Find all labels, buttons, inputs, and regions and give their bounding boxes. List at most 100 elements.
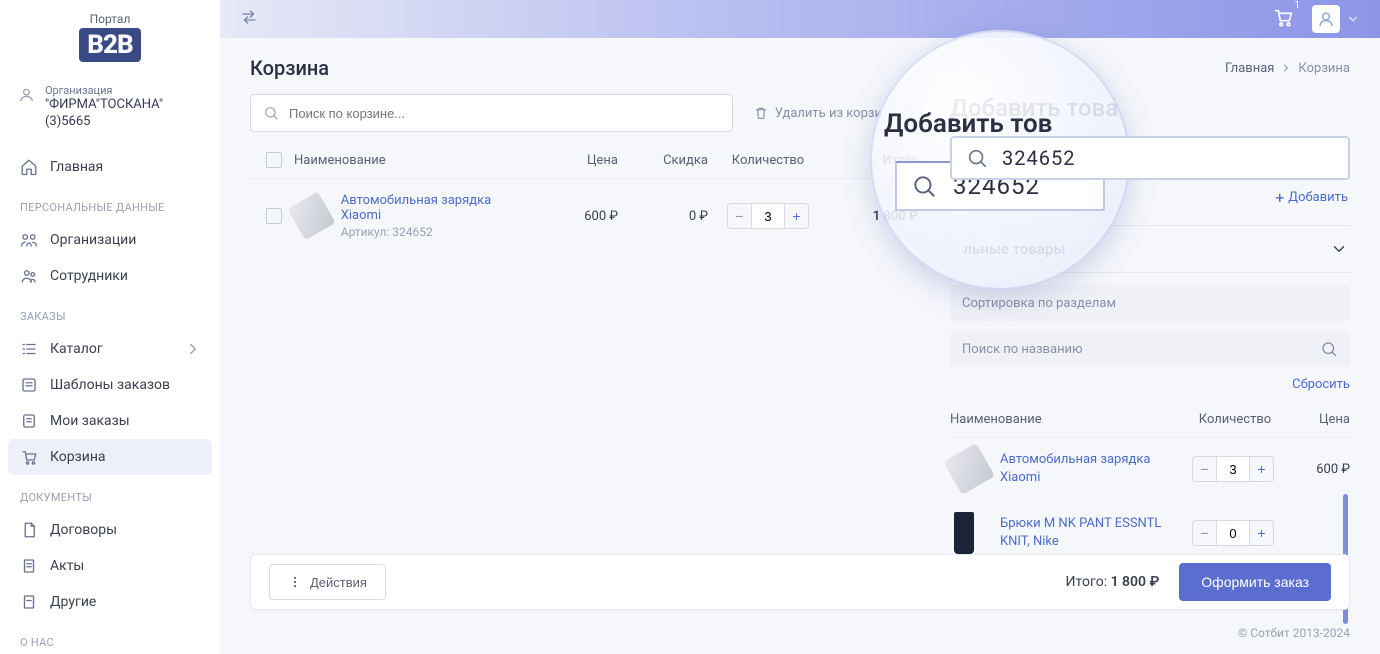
cart-search[interactable] xyxy=(250,94,733,132)
doc-icon xyxy=(20,557,38,575)
quantity-stepper[interactable]: − + xyxy=(1192,456,1274,482)
chevron-right-icon xyxy=(1280,62,1292,74)
checkout-label: Оформить заказ xyxy=(1201,574,1309,590)
orders-icon xyxy=(20,412,38,430)
sidebar-item-label: Договоры xyxy=(50,522,117,538)
nav-group-title: ДОКУМЕНТЫ xyxy=(0,483,220,512)
qty-minus[interactable]: − xyxy=(1193,521,1217,545)
sidebar-item-other[interactable]: Другие xyxy=(0,584,220,620)
qty-plus[interactable]: + xyxy=(1249,457,1273,481)
user-menu[interactable] xyxy=(1312,5,1360,33)
breadcrumb: Главная Корзина xyxy=(1225,61,1350,76)
sidebar-item-home[interactable]: Главная xyxy=(0,149,220,185)
product-thumb xyxy=(954,512,974,554)
sidebar-item-catalog[interactable]: Каталог xyxy=(0,331,220,367)
search-icon xyxy=(966,147,988,169)
extra-price: 600 ₽ xyxy=(1280,462,1350,477)
qty-minus[interactable]: − xyxy=(1193,457,1217,481)
sort-select[interactable]: Сортировка по разделам xyxy=(950,285,1350,321)
template-icon xyxy=(20,376,38,394)
add-product-value: 324652 xyxy=(1002,146,1075,170)
product-thumb xyxy=(287,192,335,241)
topbar: 1 xyxy=(220,0,1380,38)
delete-from-cart[interactable]: Удалить из корзи xyxy=(753,105,882,121)
org-label: Организация xyxy=(45,84,202,97)
sidebar-item-acts[interactable]: Акты xyxy=(0,548,220,584)
row-price: 600 ₽ xyxy=(528,209,618,224)
row-total: 1 800 ₽ xyxy=(828,209,918,224)
sidebar-item-orgs[interactable]: Организации xyxy=(0,222,220,258)
sidebar-item-templates[interactable]: Шаблоны заказов xyxy=(0,367,220,403)
qty-input[interactable] xyxy=(1217,457,1249,481)
action-bar: Действия Итого: 1 800 ₽ Оформить заказ xyxy=(250,554,1350,610)
breadcrumb-home[interactable]: Главная xyxy=(1225,61,1274,76)
cart-icon xyxy=(20,448,38,466)
swap-icon[interactable] xyxy=(240,8,258,26)
quantity-stepper[interactable]: − + xyxy=(1192,520,1274,546)
dots-icon xyxy=(288,575,302,589)
add-product-link[interactable]: + Добавить xyxy=(950,180,1350,207)
mini-col-price: Цена xyxy=(1280,412,1350,427)
sidebar-item-contracts[interactable]: Договоры xyxy=(0,512,220,548)
staff-icon xyxy=(20,267,38,285)
sidebar-item-label: Организации xyxy=(50,232,136,248)
name-search[interactable]: Поиск по названию xyxy=(950,331,1350,367)
total-value: 1 800 ₽ xyxy=(1111,574,1160,590)
actions-label: Действия xyxy=(310,575,367,590)
select-all-checkbox[interactable] xyxy=(266,152,282,168)
sidebar-item-label: Мои заказы xyxy=(50,413,130,429)
add-product-title: Добавить това xyxy=(950,94,1350,122)
chevron-down-icon xyxy=(1346,12,1360,26)
product-name-link[interactable]: Автомобильная зарядка Xiaomi xyxy=(341,193,528,223)
mini-col-name: Наименование xyxy=(950,412,1190,427)
actions-button[interactable]: Действия xyxy=(269,564,386,600)
qty-input[interactable] xyxy=(1217,521,1249,545)
cart-table: Наименование Цена Скидка Количество Итог… xyxy=(250,142,922,253)
org-selector[interactable]: Организация "ФИРМА"ТОСКАНА" (3)5665 xyxy=(0,78,220,145)
add-link-label: Добавить xyxy=(1288,190,1348,205)
user-icon xyxy=(18,86,35,104)
mini-col-qty: Количество xyxy=(1190,412,1280,427)
logo-tagline: Портал xyxy=(90,12,131,26)
home-icon xyxy=(20,158,38,176)
logo: Портал B2B xyxy=(0,8,220,78)
chevron-down-icon xyxy=(1330,240,1348,258)
cart-count-badge: 1 xyxy=(1294,0,1300,11)
reset-link[interactable]: Сбросить xyxy=(950,377,1350,392)
qty-input[interactable] xyxy=(752,204,784,228)
cart-button[interactable]: 1 xyxy=(1272,6,1294,32)
cart-icon xyxy=(1272,6,1294,28)
sidebar-item-label: Главная xyxy=(50,159,103,175)
cart-search-input[interactable] xyxy=(289,106,720,121)
list-icon xyxy=(20,340,38,358)
sidebar-item-staff[interactable]: Сотрудники xyxy=(0,258,220,294)
qty-minus[interactable]: − xyxy=(728,204,752,228)
sidebar-item-label: Другие xyxy=(50,594,96,610)
delete-label: Удалить из корзи xyxy=(775,106,882,121)
sort-placeholder: Сортировка по разделам xyxy=(962,296,1116,311)
qty-plus[interactable]: + xyxy=(784,204,808,228)
extra-products-accordion[interactable]: Дльные товары xyxy=(950,225,1350,273)
sidebar-item-label: Акты xyxy=(50,558,84,574)
col-name: Наименование xyxy=(294,153,528,168)
chevron-right-icon xyxy=(184,340,202,358)
row-discount: 0 ₽ xyxy=(618,209,708,224)
sidebar-item-cart[interactable]: Корзина xyxy=(8,439,212,475)
col-price: Цена xyxy=(528,153,618,168)
search-icon xyxy=(263,105,279,121)
sidebar-item-label: Каталог xyxy=(50,341,103,357)
info-button[interactable]: i xyxy=(902,103,922,123)
accordion-label: льные товары xyxy=(963,240,1065,258)
sidebar: Портал B2B Организация "ФИРМА"ТОСКАНА" (… xyxy=(0,0,220,654)
qty-plus[interactable]: + xyxy=(1249,521,1273,545)
sidebar-item-label: Корзина xyxy=(50,449,106,465)
checkout-button[interactable]: Оформить заказ xyxy=(1179,563,1331,601)
total-label: Итого: xyxy=(1066,574,1108,590)
extra-product-link[interactable]: Брюки M NK PANT ESSNTL KNIT, Nike xyxy=(1000,515,1186,550)
extra-product-link[interactable]: Автомобильная зарядка Xiaomi xyxy=(1000,451,1186,486)
quantity-stepper[interactable]: − + xyxy=(727,203,809,229)
list-item: Автомобильная зарядка Xiaomi − + 600 ₽ xyxy=(950,438,1350,500)
row-checkbox[interactable] xyxy=(266,208,282,224)
add-product-search[interactable]: 324652 xyxy=(950,136,1350,180)
sidebar-item-orders[interactable]: Мои заказы xyxy=(0,403,220,439)
